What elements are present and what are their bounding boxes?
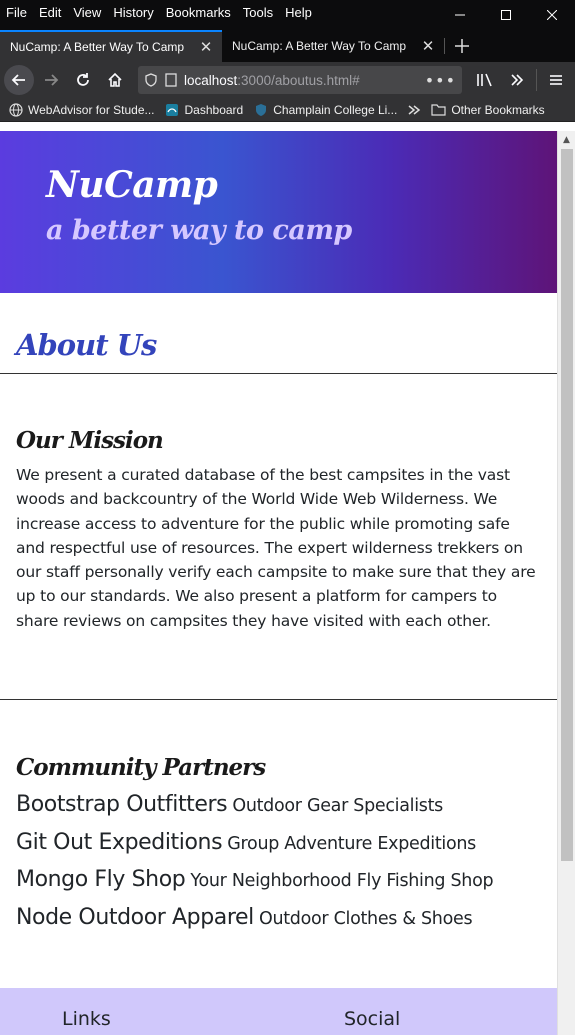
url-bar[interactable]: localhost:3000/aboutus.html# •••	[138, 66, 462, 94]
page-info-icon[interactable]	[164, 73, 178, 87]
partner-description: Outdoor Clothes & Shoes	[258, 908, 473, 929]
partner-list: Bootstrap Outfitters Outdoor Gear Specia…	[16, 787, 541, 937]
tab-title: NuCamp: A Better Way To Camp	[232, 39, 407, 53]
mission-section: Our Mission We present a curated databas…	[0, 374, 557, 700]
tab-title: NuCamp: A Better Way To Camp	[10, 40, 185, 54]
overflow-button[interactable]	[502, 65, 532, 95]
tab-strip: NuCamp: A Better Way To Camp ✕ NuCamp: A…	[0, 24, 575, 62]
new-tab-button[interactable]	[445, 30, 479, 62]
menu-tools[interactable]: Tools	[243, 5, 273, 20]
mission-text: We present a curated database of the bes…	[16, 466, 536, 630]
vertical-scrollbar[interactable]: ▲	[557, 131, 575, 1035]
reload-button[interactable]	[68, 65, 98, 95]
bookmark-label: Champlain College Li...	[273, 102, 398, 117]
home-icon	[108, 72, 122, 87]
page: NuCamp a better way to camp About Us Our…	[0, 131, 557, 1035]
maximize-icon	[501, 10, 511, 20]
brand-tagline: a better way to camp	[46, 215, 352, 246]
tab-active[interactable]: NuCamp: A Better Way To Camp ✕	[0, 30, 222, 62]
partner-description: Group Adventure Expeditions	[227, 833, 476, 854]
mission-heading: Our Mission	[16, 427, 164, 454]
partner-description: Your Neighborhood Fly Fishing Shop	[190, 871, 494, 891]
menu-view[interactable]: View	[73, 5, 101, 20]
partner-item: Bootstrap Outfitters Outdoor Gear Specia…	[16, 787, 541, 825]
url-text[interactable]: localhost:3000/aboutus.html#	[184, 73, 419, 88]
brand-title: NuCamp	[46, 164, 218, 206]
reload-icon	[77, 73, 89, 86]
jumbotron-header: NuCamp a better way to camp	[0, 131, 557, 293]
college-shield-icon	[253, 102, 268, 117]
shield-icon[interactable]	[144, 73, 158, 87]
hamburger-menu-button[interactable]	[541, 65, 571, 95]
partners-heading: Community Partners	[16, 754, 266, 781]
bookmark-webadvisor[interactable]: WebAdvisor for Stude...	[8, 102, 155, 117]
partners-section: Community Partners Bootstrap Outfitters …	[0, 700, 557, 990]
arrow-left-icon	[11, 74, 25, 86]
menu-bar: File Edit View History Bookmarks Tools H…	[0, 0, 575, 24]
library-icon	[477, 73, 492, 87]
menu-history[interactable]: History	[113, 5, 153, 20]
chevron-double-right-icon	[511, 74, 524, 86]
page-title: About Us	[16, 328, 157, 362]
menu-edit[interactable]: Edit	[39, 5, 61, 20]
partner-name: Mongo Fly Shop	[16, 867, 186, 892]
menu-help[interactable]: Help	[285, 5, 312, 20]
globe-icon	[8, 102, 23, 117]
partner-item: Node Outdoor Apparel Outdoor Clothes & S…	[16, 900, 541, 938]
library-button[interactable]	[470, 65, 500, 95]
navigation-toolbar: localhost:3000/aboutus.html# •••	[0, 62, 575, 98]
close-icon	[547, 10, 557, 20]
back-button[interactable]	[4, 65, 34, 95]
bookmark-label: Dashboard	[184, 102, 244, 117]
scrollbar-thumb[interactable]	[561, 149, 573, 861]
hamburger-icon	[550, 75, 562, 85]
site-footer: Links Social	[0, 988, 557, 1035]
tab-close-icon[interactable]: ✕	[420, 37, 436, 55]
footer-links-heading: Links	[62, 1008, 111, 1030]
footer-social-heading: Social	[344, 1008, 401, 1030]
other-bookmarks-label: Other Bookmarks	[451, 102, 545, 117]
url-path: :3000/aboutus.html#	[237, 72, 360, 88]
menu-file[interactable]: File	[6, 5, 27, 20]
folder-icon	[431, 102, 446, 117]
tab-close-icon[interactable]: ✕	[198, 38, 214, 56]
chevron-double-right-icon	[408, 104, 421, 115]
page-viewport: NuCamp a better way to camp About Us Our…	[0, 131, 575, 1035]
toolbar-divider	[536, 69, 537, 91]
partner-item: Mongo Fly Shop Your Neighborhood Fly Fis…	[16, 862, 541, 900]
partner-item: Git Out Expeditions Group Adventure Expe…	[16, 825, 541, 863]
partner-name: Bootstrap Outfitters	[16, 792, 228, 817]
bookmarks-overflow-button[interactable]	[407, 103, 421, 117]
about-section: About Us	[0, 293, 557, 374]
dashboard-icon	[165, 102, 180, 117]
plus-icon	[455, 39, 469, 53]
arrow-right-icon	[45, 74, 59, 86]
partner-name: Git Out Expeditions	[16, 829, 223, 855]
partner-name: Node Outdoor Apparel	[16, 904, 254, 930]
url-host: localhost	[184, 72, 238, 88]
menu-bookmarks[interactable]: Bookmarks	[166, 5, 231, 20]
bookmark-dashboard[interactable]: Dashboard	[165, 102, 244, 117]
bookmark-label: WebAdvisor for Stude...	[28, 102, 155, 117]
bookmark-champlain[interactable]: Champlain College Li...	[253, 102, 397, 117]
tab-inactive[interactable]: NuCamp: A Better Way To Camp ✕	[222, 30, 444, 62]
other-bookmarks[interactable]: Other Bookmarks	[431, 102, 545, 117]
scroll-up-arrow-icon[interactable]: ▲	[558, 131, 575, 148]
bookmarks-toolbar: WebAdvisor for Stude... Dashboard Champl…	[0, 98, 575, 122]
partner-description: Outdoor Gear Specialists	[232, 796, 443, 816]
page-actions-icon[interactable]: •••	[425, 71, 456, 90]
forward-button[interactable]	[36, 65, 66, 95]
home-button[interactable]	[100, 65, 130, 95]
minimize-icon	[455, 14, 465, 16]
